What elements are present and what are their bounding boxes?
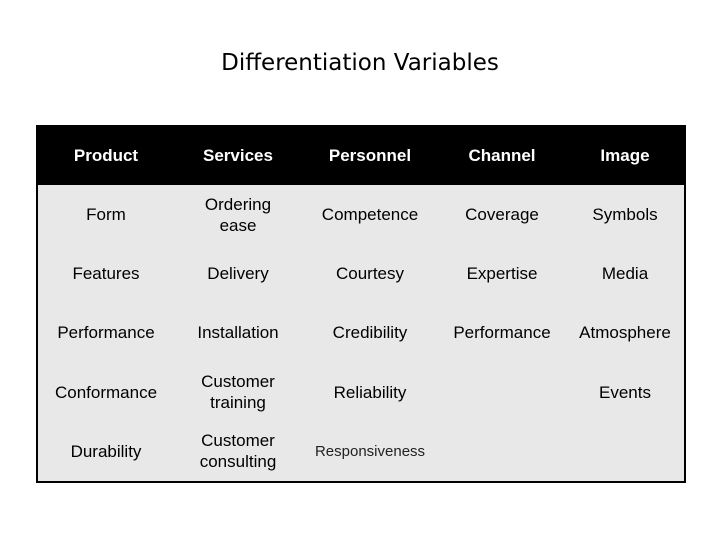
header-services: Services: [174, 127, 302, 185]
table-header-row: Product Services Personnel Channel Image: [38, 127, 684, 185]
table-cell: Durability: [70, 441, 142, 461]
header-channel: Channel: [438, 127, 566, 185]
table-row: Conformance Customer training Reliabilit…: [38, 363, 684, 422]
table-cell: Customer consulting: [174, 422, 302, 481]
cell-text: Customer training: [201, 372, 275, 413]
table-cell: Conformance: [54, 382, 158, 402]
table-cell: Courtesy: [335, 264, 405, 284]
table-cell: Coverage: [465, 205, 539, 225]
table-cell: Delivery: [207, 264, 269, 284]
table-cell: Responsiveness: [314, 442, 426, 460]
table-cell: Competence: [321, 205, 419, 225]
table-cell: Performance: [57, 323, 155, 343]
cell-text: Customer consulting: [199, 431, 277, 472]
header-image: Image: [566, 127, 684, 185]
table-cell: [438, 363, 566, 422]
differentiation-table: Product Services Personnel Channel Image…: [36, 125, 686, 483]
table-row: Performance Installation Credibility Per…: [38, 303, 684, 362]
table-row: Form Ordering ease Competence Coverage S…: [38, 185, 684, 244]
table-cell: Atmosphere: [579, 323, 671, 343]
table-cell: Symbols: [592, 205, 658, 225]
table-cell: Events: [599, 382, 651, 402]
table-cell: Customer training: [174, 363, 302, 422]
table-row: Features Delivery Courtesy Expertise Med…: [38, 244, 684, 303]
table-cell: Credibility: [332, 323, 408, 343]
table-cell: Media: [601, 264, 649, 284]
table-cell: Features: [72, 264, 140, 284]
table-cell: Form: [86, 205, 126, 225]
page-title: Differentiation Variables: [221, 50, 499, 76]
header-product: Product: [38, 127, 174, 185]
table-cell: Installation: [197, 323, 279, 343]
table-cell: [566, 422, 684, 481]
cell-text: Ordering ease: [204, 194, 272, 235]
header-personnel: Personnel: [302, 127, 438, 185]
table-cell: [438, 422, 566, 481]
table-cell: Reliability: [333, 382, 407, 402]
table-cell: Ordering ease: [174, 185, 302, 244]
table-cell: Expertise: [466, 264, 538, 284]
table-cell: Performance: [453, 323, 551, 343]
table-row: Durability Customer consulting Responsiv…: [38, 422, 684, 481]
